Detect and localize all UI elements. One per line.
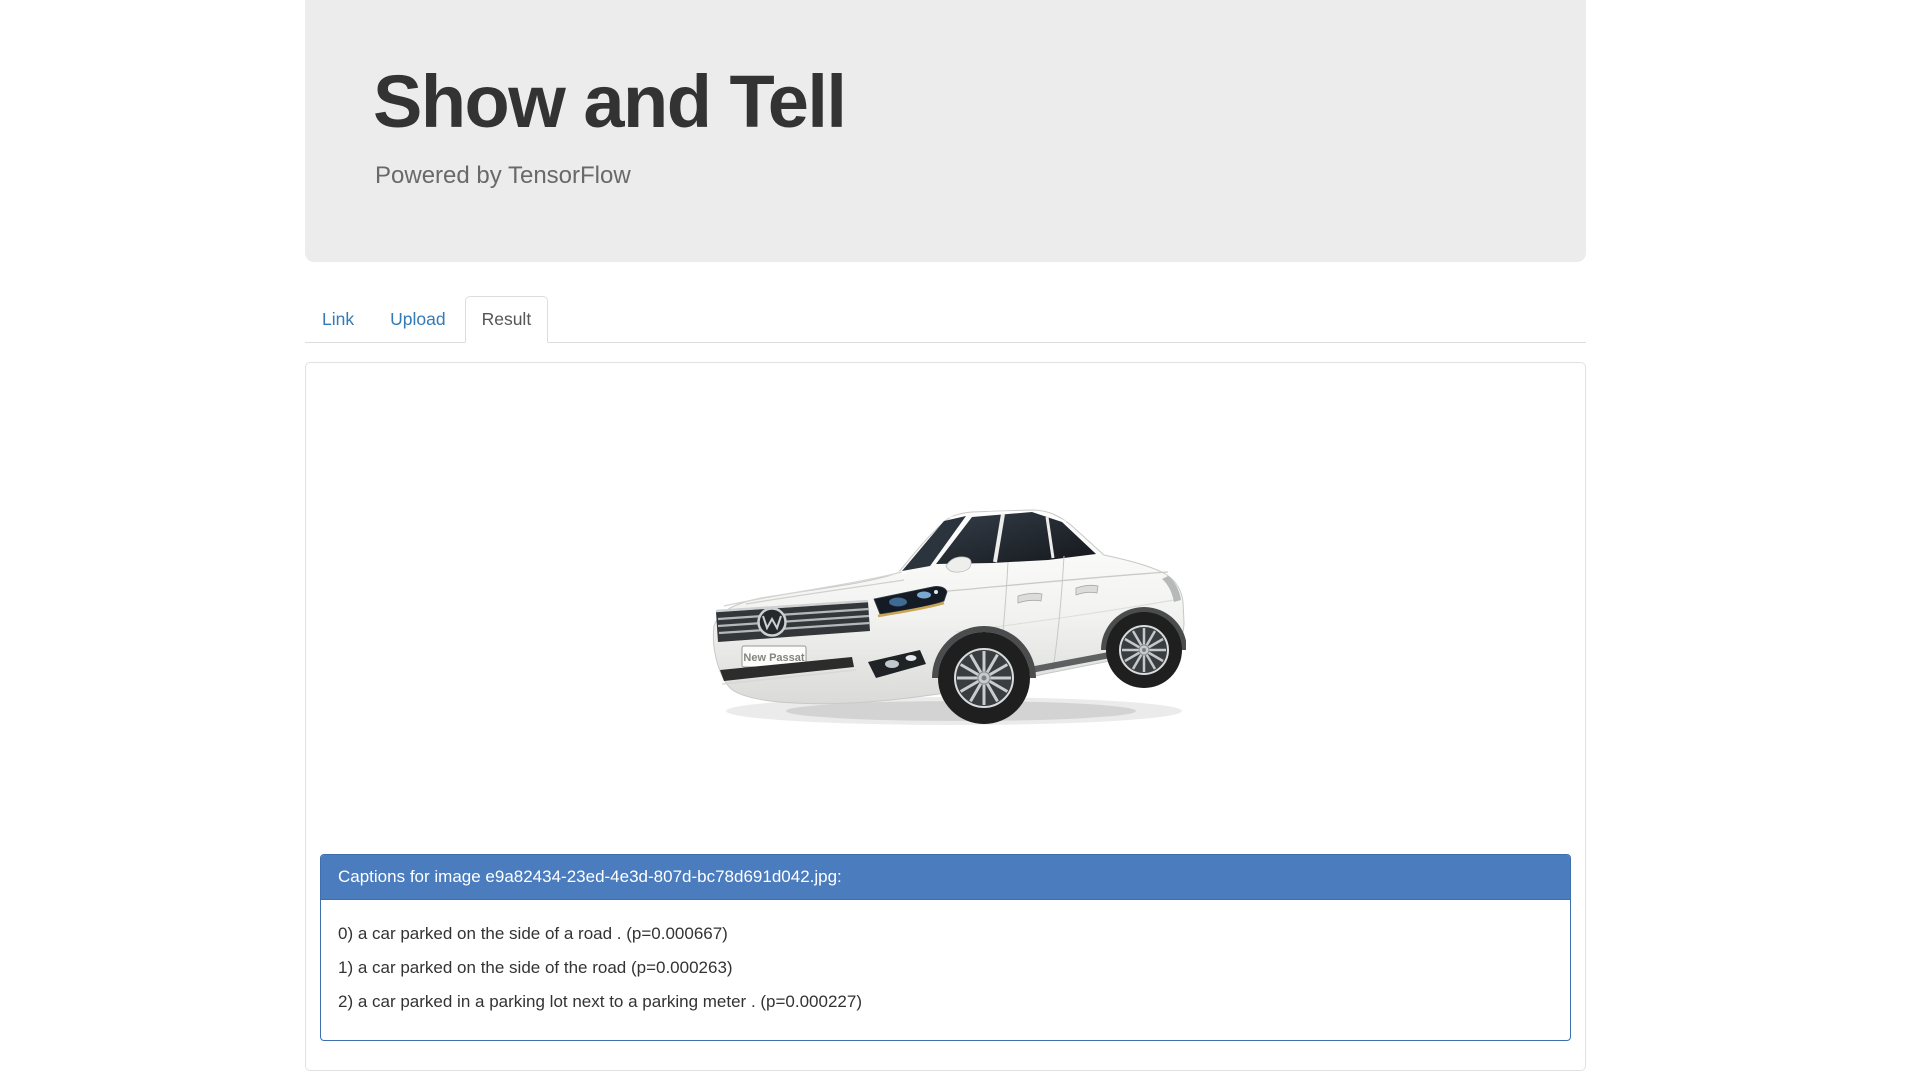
page-title: Show and Tell bbox=[373, 60, 847, 143]
tab-result-label[interactable]: Result bbox=[464, 296, 549, 343]
captions-panel-body: 0) a car parked on the side of a road . … bbox=[321, 900, 1570, 1040]
rear-wheel bbox=[1105, 612, 1182, 688]
tab-bar: Link Upload Result bbox=[305, 296, 1586, 343]
result-image-container: New Passat bbox=[320, 377, 1571, 854]
page-subtitle: Powered by TensorFlow bbox=[375, 161, 631, 189]
tab-upload: Upload bbox=[373, 296, 464, 342]
vw-badge-icon bbox=[756, 607, 787, 637]
caption-line-0: 0) a car parked on the side of a road . … bbox=[338, 924, 728, 943]
tab-link-label[interactable]: Link bbox=[305, 296, 371, 343]
tab-result: Result bbox=[464, 296, 551, 343]
caption-line-1: 1) a car parked on the side of the road … bbox=[338, 958, 733, 977]
car-image: New Passat bbox=[712, 509, 1186, 725]
jumbotron: Show and Tell Powered by TensorFlow bbox=[305, 0, 1586, 262]
car-plate-text: New Passat bbox=[743, 652, 804, 664]
result-panel: New Passat Captions for image e9a82434-2… bbox=[305, 362, 1586, 1071]
caption-line-2: 2) a car parked in a parking lot next to… bbox=[338, 992, 862, 1011]
tab-upload-label[interactable]: Upload bbox=[373, 296, 462, 343]
front-wheel bbox=[937, 632, 1030, 724]
captions-panel: Captions for image e9a82434-23ed-4e3d-80… bbox=[320, 854, 1571, 1041]
captions-panel-heading: Captions for image e9a82434-23ed-4e3d-80… bbox=[321, 855, 1570, 900]
main-container: Show and Tell Powered by TensorFlow Link… bbox=[305, 0, 1586, 1071]
tab-link: Link bbox=[305, 296, 373, 342]
page: Show and Tell Powered by TensorFlow Link… bbox=[0, 0, 1920, 1089]
